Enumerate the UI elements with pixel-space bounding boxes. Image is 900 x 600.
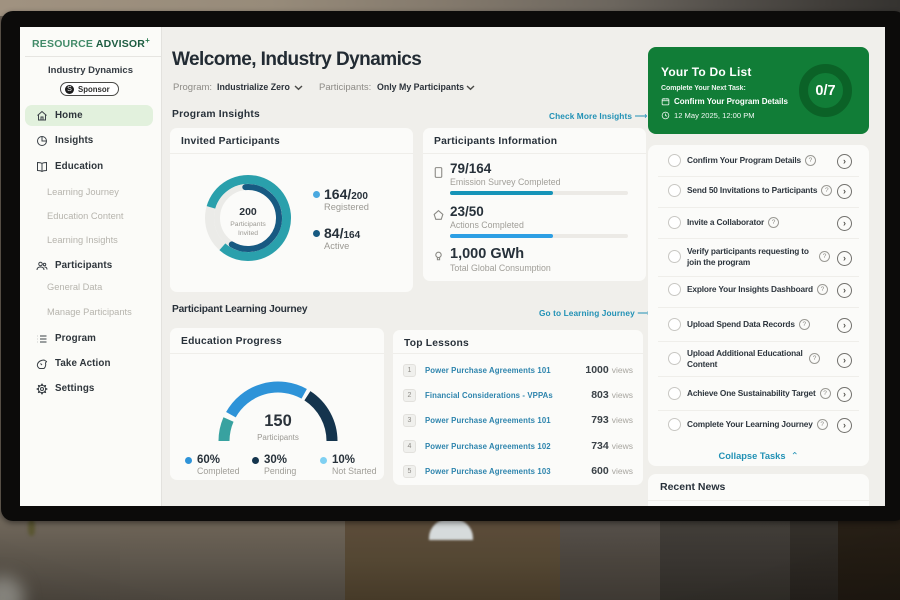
svg-text:150: 150 — [264, 412, 292, 430]
svg-text:200: 200 — [239, 206, 257, 218]
svg-text:Participants: Participants — [230, 221, 266, 228]
svg-text:Participants: Participants — [257, 433, 299, 442]
svg-text:Invited: Invited — [238, 230, 258, 237]
